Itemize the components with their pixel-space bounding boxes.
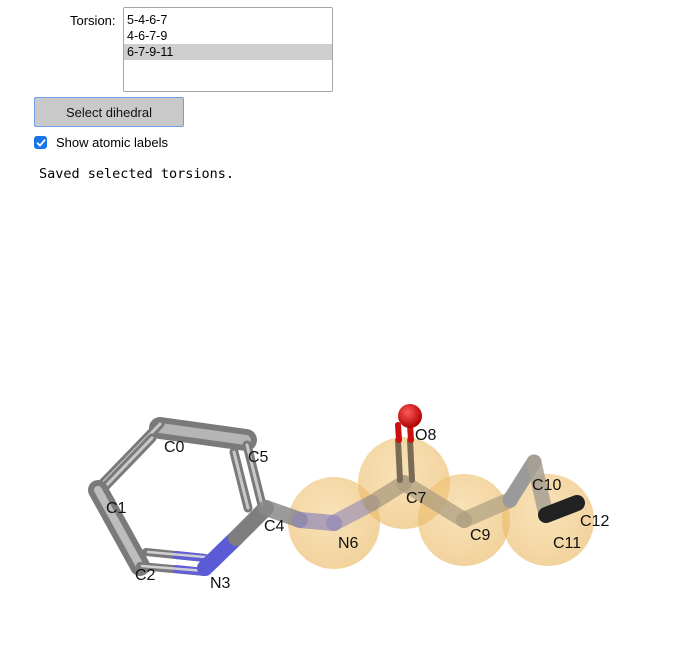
torsion-option-selected[interactable]: 6-7-9-11 xyxy=(124,44,332,60)
atom-label: C12 xyxy=(580,513,609,530)
molecule-viewer[interactable]: C0 C1 C2 N3 C4 C5 N6 C7 O8 C9 C10 C11 C1… xyxy=(0,190,676,651)
torsion-option[interactable]: 4-6-7-9 xyxy=(124,28,332,44)
torsion-option[interactable]: 5-4-6-7 xyxy=(124,12,332,28)
atom-label: C9 xyxy=(470,527,491,544)
atom-label: C2 xyxy=(135,567,156,584)
atom-label: C4 xyxy=(264,518,285,535)
atom-label: C10 xyxy=(532,477,561,494)
torsion-listbox[interactable]: 5-4-6-7 4-6-7-9 6-7-9-11 xyxy=(123,7,333,92)
atom-label: C7 xyxy=(406,490,427,507)
atom-label: C0 xyxy=(164,439,185,456)
torsion-label: Torsion: xyxy=(70,13,116,28)
checkmark-icon xyxy=(36,138,45,146)
show-labels-row: Show atomic labels xyxy=(34,135,168,150)
show-labels-label: Show atomic labels xyxy=(56,135,168,150)
show-labels-checkbox[interactable] xyxy=(34,136,47,149)
atom-label: O8 xyxy=(415,427,436,444)
atom-label: C1 xyxy=(106,500,127,517)
atom-label: N6 xyxy=(338,535,359,552)
status-message: Saved selected torsions. xyxy=(39,166,235,182)
atom-label: C11 xyxy=(553,535,581,552)
select-dihedral-button[interactable]: Select dihedral xyxy=(34,97,184,127)
atom-label: C5 xyxy=(248,449,269,466)
atom-label: N3 xyxy=(210,575,231,592)
oxygen-atom xyxy=(398,404,422,428)
